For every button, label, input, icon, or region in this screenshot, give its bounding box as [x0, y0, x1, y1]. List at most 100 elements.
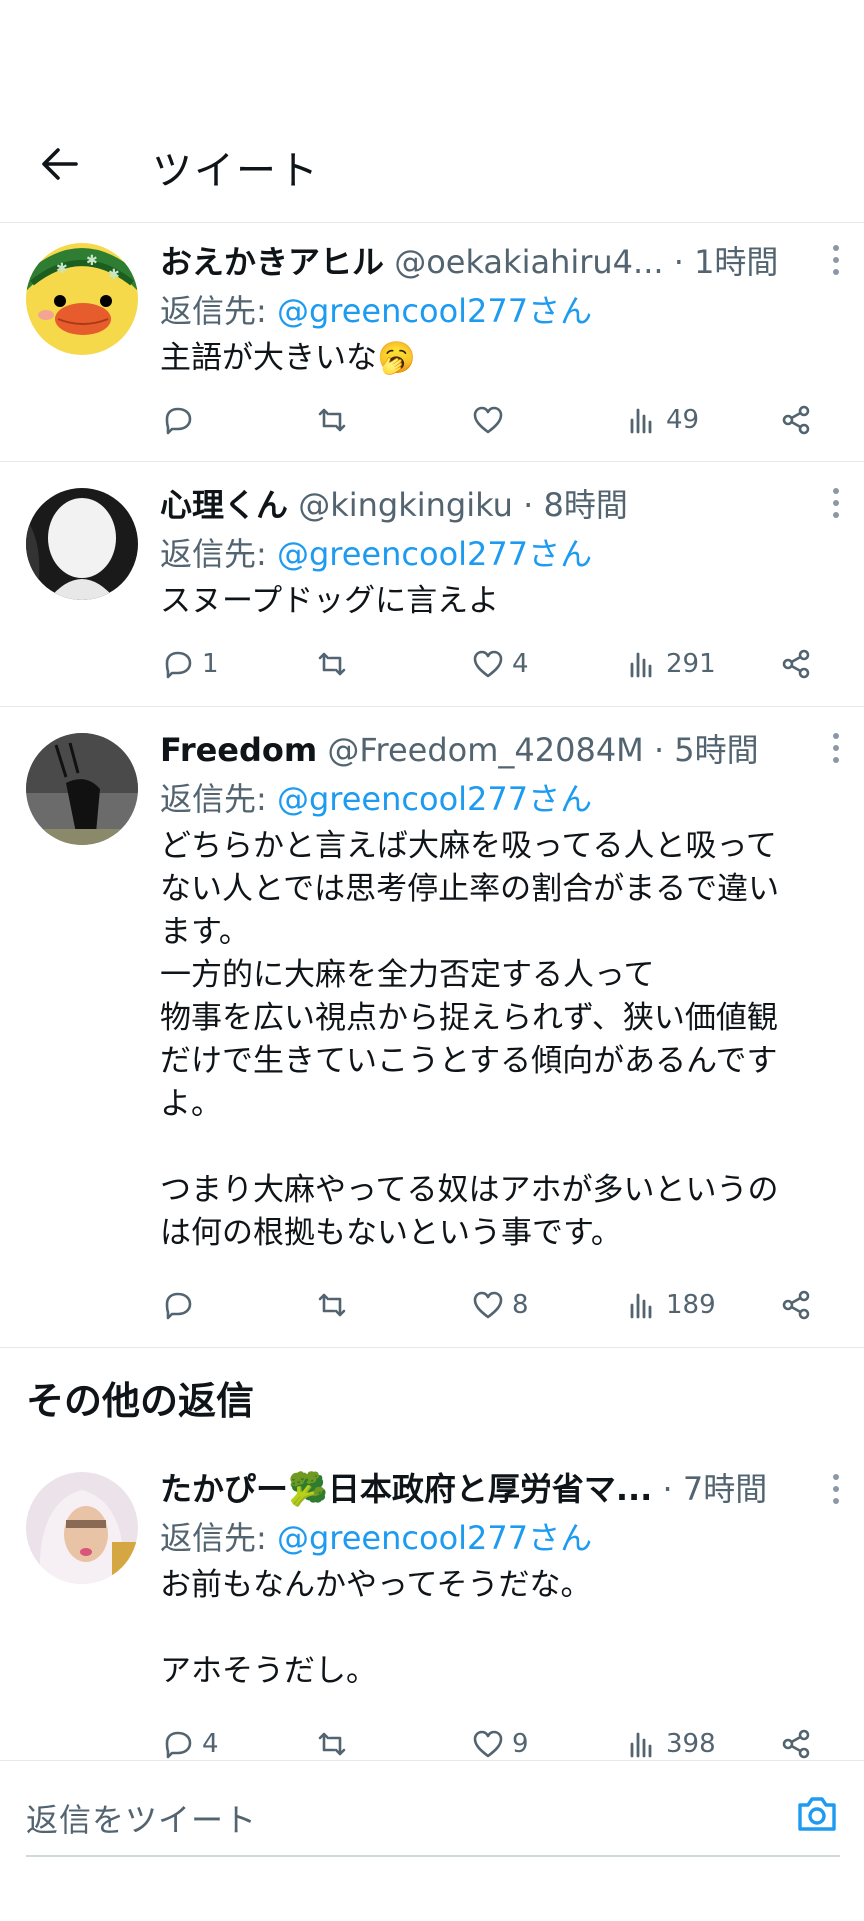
reply-to-link[interactable]: @greencool277さん [277, 535, 592, 573]
svg-text:✱: ✱ [108, 267, 120, 283]
page-title: ツイート [152, 148, 320, 194]
more-options-icon[interactable] [830, 1474, 842, 1508]
reply-button[interactable] [160, 1285, 202, 1325]
timestamp[interactable]: 1時間 [694, 243, 778, 281]
reply-icon [165, 407, 192, 435]
share-icon [782, 649, 810, 679]
views-chart-icon [630, 1293, 652, 1319]
views-count: 398 [666, 1729, 716, 1759]
display-name[interactable]: 心理くん [160, 486, 288, 524]
retweet-button[interactable] [314, 1285, 356, 1325]
reply-button[interactable]: 1 [160, 644, 219, 684]
heart-icon [473, 1730, 503, 1758]
separator-dot: · [662, 1470, 683, 1508]
separator-dot: · [653, 731, 675, 769]
reply-count: 1 [202, 649, 219, 679]
tweet[interactable]: たかぴー🥦日本政府と厚労省マ... · 7時間 返信先: @greencool2… [0, 1460, 864, 1760]
views-button[interactable]: 398 [624, 1724, 716, 1764]
retweet-icon [318, 408, 346, 432]
heart-icon [473, 406, 503, 434]
like-button[interactable]: 9 [470, 1724, 529, 1764]
share-button[interactable] [778, 1724, 814, 1764]
tweet[interactable]: Freedom @Freedom_42084M · 5時間 返信先: @gree… [0, 707, 864, 1348]
back-arrow-icon[interactable] [36, 140, 84, 188]
timestamp[interactable]: 8時間 [543, 486, 627, 524]
avatar[interactable] [26, 733, 138, 845]
reply-button[interactable]: 4 [160, 1724, 219, 1764]
display-name[interactable]: おえかきアヒル [160, 243, 384, 281]
views-count: 49 [666, 405, 700, 435]
tweet-header: Freedom @Freedom_42084M · 5時間 [160, 725, 834, 775]
more-options-icon[interactable] [830, 488, 842, 522]
heart-icon [473, 1291, 503, 1319]
views-button[interactable]: 49 [624, 400, 699, 440]
reply-to-link[interactable]: @greencool277さん [277, 292, 592, 330]
tweet-actions: 1 4 291 [160, 644, 820, 684]
avatar[interactable] [26, 488, 138, 600]
views-count: 189 [666, 1290, 716, 1320]
like-button[interactable]: 8 [470, 1285, 529, 1325]
views-chart-icon [630, 652, 652, 678]
user-handle[interactable]: @kingkingiku [298, 486, 513, 524]
share-button[interactable] [778, 400, 814, 440]
reply-compose-bar: 返信をツイート [0, 1760, 864, 1921]
avatar[interactable]: ✱ ✱ ✱ [26, 243, 138, 355]
timestamp[interactable]: 7時間 [683, 1470, 767, 1508]
reply-to: 返信先: @greencool277さん [160, 287, 834, 335]
tweet-text: どちらかと言えば大麻を吸ってる人と吸って ない人とでは思考停止率の割合がまるで違… [160, 828, 780, 1251]
reply-button[interactable] [160, 400, 202, 440]
more-options-icon[interactable] [830, 245, 842, 279]
like-count: 4 [512, 649, 529, 679]
other-replies-heading: その他の返信 [26, 1379, 255, 1423]
share-icon [782, 405, 810, 435]
user-handle[interactable]: @Freedom_42084M [327, 731, 643, 769]
user-handle[interactable]: @oekakiahiru4... [394, 243, 663, 281]
separator-dot: · [523, 486, 544, 524]
tweet-actions: 4 9 398 [160, 1724, 820, 1764]
tweet-header: 心理くん @kingkingiku · 8時間 [160, 480, 834, 530]
avatar[interactable] [26, 1472, 138, 1584]
views-button[interactable]: 189 [624, 1285, 716, 1325]
tweet-text: 主語が大きいな🥱 [160, 340, 416, 376]
reply-to: 返信先: @greencool277さん [160, 775, 834, 823]
views-button[interactable]: 291 [624, 644, 716, 684]
heart-icon [473, 650, 503, 678]
display-name[interactable]: たかぴー🥦日本政府と厚労省マ... [160, 1470, 652, 1508]
reply-to-label: 返信先: [160, 780, 267, 818]
reply-count: 4 [202, 1729, 219, 1759]
tweet-text: お前もなんかやってそうだな。 アホそうだし。 [160, 1567, 592, 1689]
views-count: 291 [666, 649, 716, 679]
share-button[interactable] [778, 1285, 814, 1325]
tweet-header: たかぴー🥦日本政府と厚労省マ... · 7時間 [160, 1464, 834, 1514]
share-button[interactable] [778, 644, 814, 684]
reply-to-link[interactable]: @greencool277さん [277, 780, 592, 818]
share-icon [782, 1729, 810, 1759]
retweet-button[interactable] [314, 1724, 356, 1764]
camera-icon[interactable] [794, 1791, 840, 1837]
tweet-header: おえかきアヒル @oekakiahiru4... · 1時間 [160, 237, 834, 287]
like-count: 9 [512, 1729, 529, 1759]
top-bar: ツイート [0, 0, 864, 223]
retweet-icon [318, 1293, 346, 1317]
retweet-button[interactable] [314, 400, 356, 440]
views-chart-icon [630, 1732, 652, 1758]
like-button[interactable] [470, 400, 512, 440]
timestamp[interactable]: 5時間 [674, 731, 758, 769]
views-chart-icon [630, 408, 652, 434]
retweet-button[interactable] [314, 644, 356, 684]
svg-text:✱: ✱ [56, 261, 68, 277]
reply-to: 返信先: @greencool277さん [160, 1514, 834, 1562]
input-underline [26, 1855, 840, 1857]
tweet-actions: 49 [160, 400, 820, 440]
like-count: 8 [512, 1290, 529, 1320]
svg-text:✱: ✱ [86, 253, 98, 269]
reply-input[interactable]: 返信をツイート [26, 1795, 257, 1841]
reply-to-link[interactable]: @greencool277さん [277, 1519, 592, 1557]
reply-to-label: 返信先: [160, 1519, 267, 1557]
like-button[interactable]: 4 [470, 644, 529, 684]
retweet-icon [318, 652, 346, 676]
share-icon [782, 1290, 810, 1320]
more-options-icon[interactable] [830, 733, 842, 767]
reply-icon [165, 651, 192, 679]
display-name[interactable]: Freedom [160, 731, 317, 769]
